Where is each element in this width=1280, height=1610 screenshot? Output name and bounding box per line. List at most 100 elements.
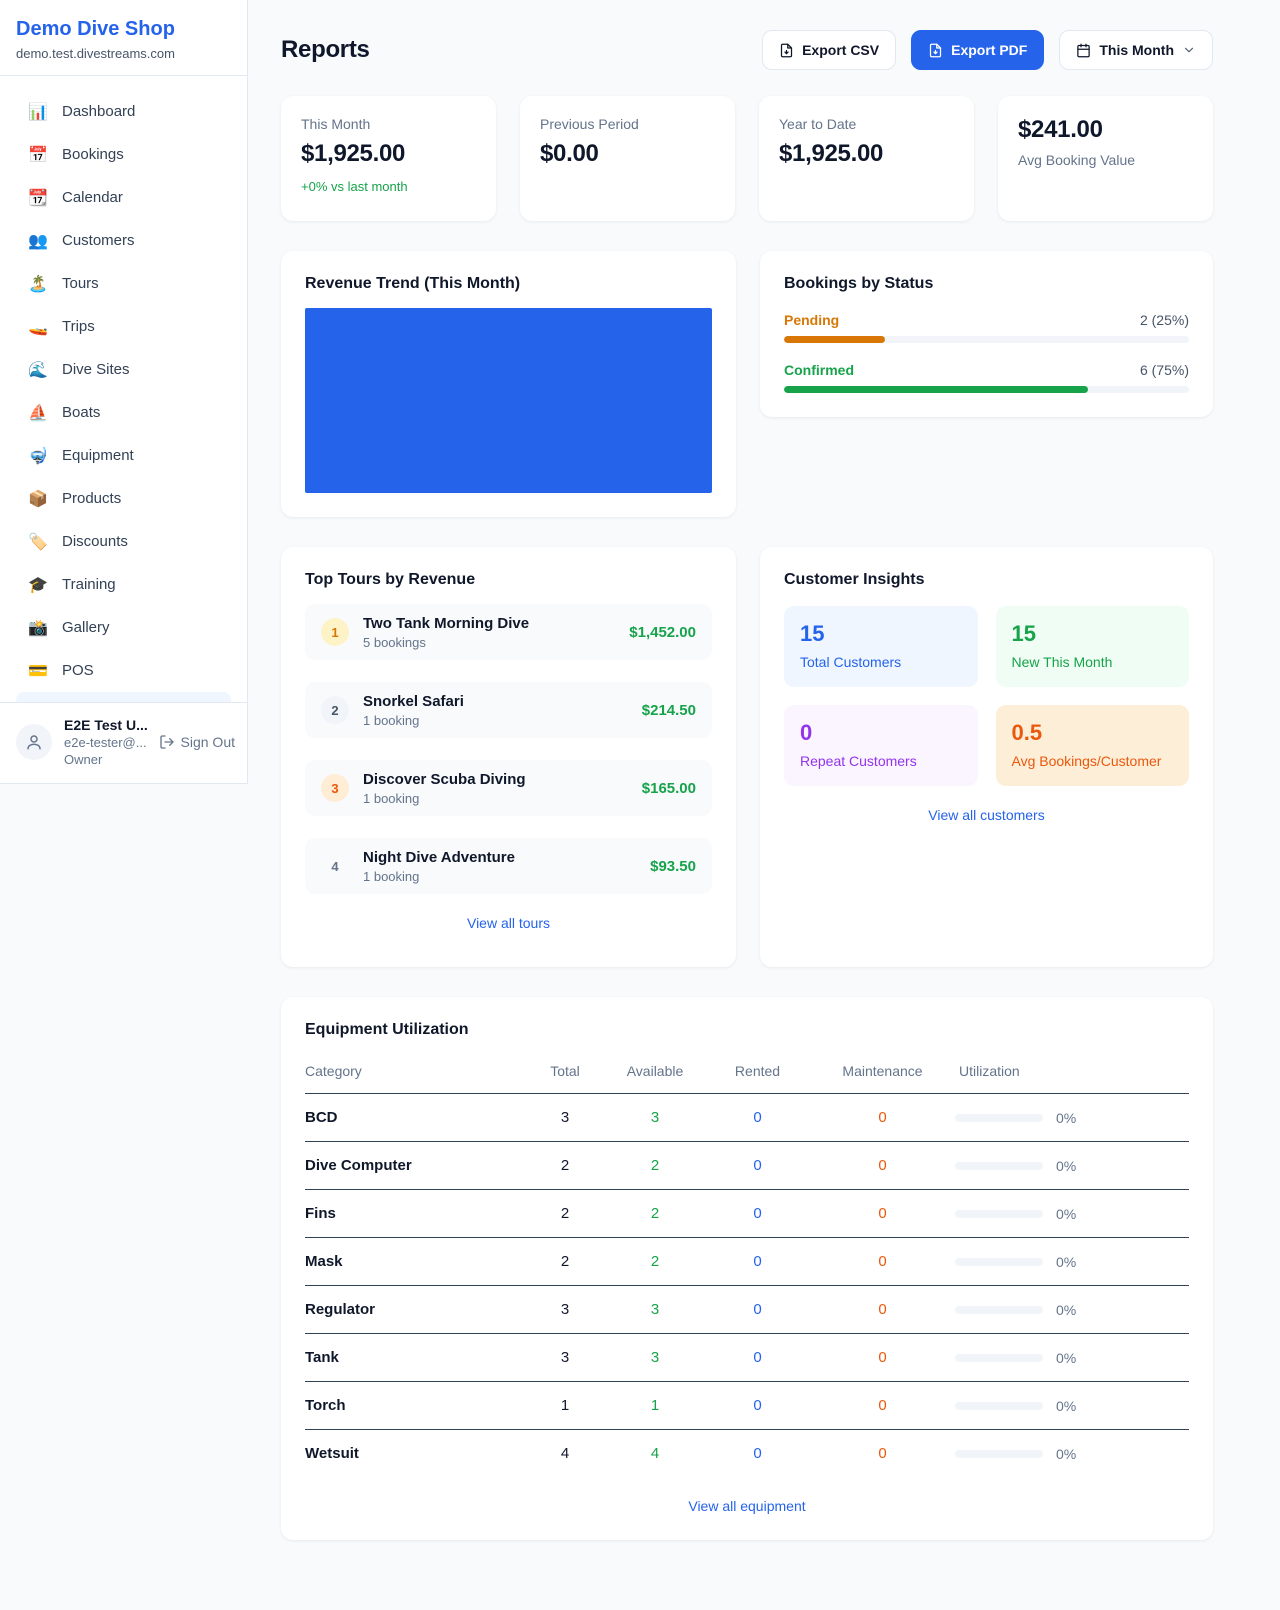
table-row: Torch 1 1 0 0 0% — [305, 1382, 1189, 1430]
stat-label: This Month — [301, 116, 476, 132]
utilization-bar — [955, 1354, 1043, 1362]
sidebar-item-discounts[interactable]: 🏷️ Discounts — [12, 520, 235, 563]
stat-card-this-month: This Month $1,925.00 +0% vs last month — [281, 96, 496, 221]
utilization-bar — [955, 1306, 1043, 1314]
sign-out-button[interactable]: Sign Out — [159, 734, 235, 750]
sidebar-item-equipment[interactable]: 🤿 Equipment — [12, 434, 235, 477]
insight-new-this-month: 15 New This Month — [996, 606, 1190, 687]
cell-category: Regulator — [305, 1286, 525, 1334]
rank-badge: 2 — [321, 696, 349, 724]
status-label: Confirmed — [784, 362, 854, 378]
period-dropdown[interactable]: This Month — [1059, 30, 1213, 70]
stat-card-previous-period: Previous Period $0.00 — [520, 96, 735, 221]
shop-name: Demo Dive Shop — [16, 18, 231, 41]
tour-revenue: $1,452.00 — [629, 624, 696, 641]
cell-category: Mask — [305, 1238, 525, 1286]
stat-card-year-to-date: Year to Date $1,925.00 — [759, 96, 974, 221]
sidebar-item-calendar[interactable]: 📆 Calendar — [12, 176, 235, 219]
chevron-down-icon — [1182, 43, 1196, 57]
cell-maintenance: 0 — [810, 1190, 955, 1238]
export-csv-button[interactable]: Export CSV — [762, 30, 896, 70]
utilization-percent: 0% — [1056, 1110, 1076, 1126]
sidebar-item-training[interactable]: 🎓 Training — [12, 563, 235, 606]
sidebar-header: Demo Dive Shop demo.test.divestreams.com — [0, 0, 247, 76]
utilization-percent: 0% — [1056, 1350, 1076, 1366]
utilization-percent: 0% — [1056, 1446, 1076, 1462]
tours-icon: 🏝️ — [28, 274, 48, 294]
avatar — [16, 724, 52, 760]
sidebar-item-customers[interactable]: 👥 Customers — [12, 219, 235, 262]
sidebar-item-label: Tours — [62, 275, 99, 292]
sidebar-item-label: Equipment — [62, 447, 134, 464]
tour-name: Snorkel Safari — [363, 693, 628, 710]
table-row: Mask 2 2 0 0 0% — [305, 1238, 1189, 1286]
cell-total: 1 — [525, 1382, 605, 1430]
export-pdf-label: Export PDF — [951, 42, 1027, 58]
stat-value: $0.00 — [540, 140, 715, 168]
bookings-by-status-card: Bookings by Status Pending 2 (25%) Confi… — [760, 251, 1213, 417]
trips-icon: 🚤 — [28, 317, 48, 337]
equipment-icon: 🤿 — [28, 446, 48, 466]
user-name: E2E Test U... — [64, 717, 147, 733]
file-icon — [779, 43, 794, 58]
cell-available: 4 — [605, 1430, 705, 1478]
view-all-tours-link[interactable]: View all tours — [305, 915, 712, 931]
sidebar: Demo Dive Shop demo.test.divestreams.com… — [0, 0, 248, 784]
stat-value: $1,925.00 — [779, 140, 954, 168]
stat-label: Year to Date — [779, 116, 954, 132]
sidebar-item-label: Dashboard — [62, 103, 135, 120]
rank-badge: 4 — [321, 852, 349, 880]
topbar-actions: Export CSV Export PDF This Month — [762, 30, 1213, 70]
table-row: Regulator 3 3 0 0 0% — [305, 1286, 1189, 1334]
export-csv-label: Export CSV — [802, 42, 879, 58]
sidebar-item-label: Customers — [62, 232, 135, 249]
cell-total: 4 — [525, 1430, 605, 1478]
sidebar-item-bookings[interactable]: 📅 Bookings — [12, 133, 235, 176]
sidebar-user-panel: E2E Test U... e2e-tester@... Owner Sign … — [0, 702, 247, 783]
status-bar-track — [784, 336, 1189, 343]
calendar-icon — [1076, 43, 1091, 58]
utilization-bar — [955, 1402, 1043, 1410]
view-all-customers-link[interactable]: View all customers — [784, 807, 1189, 823]
stat-label: Avg Booking Value — [1018, 152, 1193, 168]
stat-value: $1,925.00 — [301, 140, 476, 168]
export-pdf-button[interactable]: Export PDF — [911, 30, 1044, 70]
sidebar-item-dive-sites[interactable]: 🌊 Dive Sites — [12, 348, 235, 391]
sidebar-item-gallery[interactable]: 📸 Gallery — [12, 606, 235, 649]
revenue-trend-chart — [305, 308, 712, 493]
cell-maintenance: 0 — [810, 1286, 955, 1334]
cell-maintenance: 0 — [810, 1142, 955, 1190]
cell-rented: 0 — [705, 1094, 810, 1142]
stat-card-avg-booking-value: $241.00 Avg Booking Value — [998, 96, 1213, 221]
cell-rented: 0 — [705, 1382, 810, 1430]
insight-value: 15 — [800, 621, 962, 647]
tour-row: 1 Two Tank Morning Dive 5 bookings $1,45… — [305, 604, 712, 660]
equipment-table: Category Total Available Rented Maintena… — [305, 1051, 1189, 1477]
discounts-icon: 🏷️ — [28, 532, 48, 552]
utilization-percent: 0% — [1056, 1206, 1076, 1222]
status-bar-fill — [784, 336, 885, 343]
view-all-equipment-link[interactable]: View all equipment — [305, 1498, 1189, 1514]
tour-name: Night Dive Adventure — [363, 849, 636, 866]
utilization-percent: 0% — [1056, 1302, 1076, 1318]
cell-total: 3 — [525, 1334, 605, 1382]
sidebar-item-boats[interactable]: ⛵ Boats — [12, 391, 235, 434]
sidebar-item-trips[interactable]: 🚤 Trips — [12, 305, 235, 348]
dive-sites-icon: 🌊 — [28, 360, 48, 380]
sidebar-item-pos[interactable]: 💳 POS — [12, 649, 235, 692]
bookings-icon: 📅 — [28, 145, 48, 165]
sidebar-item-label: Calendar — [62, 189, 123, 206]
bookings-by-status-title: Bookings by Status — [784, 275, 1189, 293]
sidebar-item-label: Boats — [62, 404, 100, 421]
sidebar-item-label: Bookings — [62, 146, 124, 163]
cell-maintenance: 0 — [810, 1334, 955, 1382]
tour-row: 3 Discover Scuba Diving 1 booking $165.0… — [305, 760, 712, 816]
sidebar-item-tours[interactable]: 🏝️ Tours — [12, 262, 235, 305]
sidebar-item-label: Gallery — [62, 619, 110, 636]
cell-available: 3 — [605, 1334, 705, 1382]
equipment-utilization-title: Equipment Utilization — [305, 1021, 1189, 1039]
tour-bookings: 5 bookings — [363, 635, 615, 650]
sidebar-item-reports-active-partial[interactable] — [16, 692, 231, 702]
sidebar-item-dashboard[interactable]: 📊 Dashboard — [12, 90, 235, 133]
sidebar-item-products[interactable]: 📦 Products — [12, 477, 235, 520]
